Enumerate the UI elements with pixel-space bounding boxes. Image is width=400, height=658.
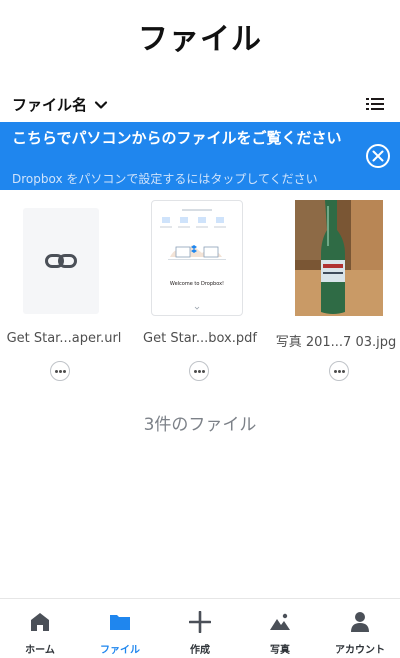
sort-label: ファイル名 [12,96,88,114]
folder-icon [110,615,130,630]
photos-icon [270,613,290,630]
close-icon [372,150,384,162]
bottle-photo [295,200,383,316]
tab-create[interactable]: 作成 [160,599,240,658]
page-title: ファイル [138,22,262,57]
tab-label: 作成 [190,645,210,656]
sort-bar: ファイル名 [0,92,400,118]
tab-account[interactable]: アカウント [320,599,400,658]
file-count: 3件のファイル [143,415,257,435]
bottom-tab-bar: ホーム ファイル 作成 写真 アカウント [0,598,400,658]
photo-thumbnail [295,200,383,316]
chevron-down-icon [94,100,108,109]
tab-home[interactable]: ホーム [0,599,80,658]
banner-subtitle: Dropbox をパソコンで設定するにはタップしてください [12,172,318,186]
file-grid: Get Star...aper.url Welcome to Dropbox! [0,198,400,388]
tab-files[interactable]: ファイル [80,599,160,658]
file-name: 写真 201...7 03.jpg [275,335,397,350]
link-file-thumbnail [23,208,99,314]
header: ファイル [0,0,400,80]
file-item[interactable]: Get Star...aper.url [0,198,128,384]
banner-close-button[interactable] [366,144,390,168]
pdf-preview-text: Welcome to Dropbox! [170,281,224,287]
file-item[interactable]: Welcome to Dropbox! Get Star...box.pdf [136,198,264,384]
more-options-button[interactable] [329,361,349,381]
person-icon [351,612,369,632]
list-view-icon[interactable] [366,96,384,112]
pdf-preview-illustration: Welcome to Dropbox! [160,209,226,310]
more-options-button[interactable] [50,361,70,381]
tab-photos[interactable]: 写真 [240,599,320,658]
link-icon [45,254,77,268]
home-icon [31,613,49,631]
file-name: Get Star...box.pdf [143,331,257,346]
plus-icon [189,611,211,633]
banner-title: こちらでパソコンからのファイルをご覧ください [12,129,342,147]
sort-button[interactable]: ファイル名 [12,94,109,115]
tab-label: ファイル [100,645,140,656]
tab-label: 写真 [270,645,290,656]
file-item[interactable]: 写真 201...7 03.jpg [272,198,400,384]
more-options-button[interactable] [189,361,209,381]
tab-label: アカウント [335,645,385,656]
tab-label: ホーム [25,645,55,656]
pdf-thumbnail: Welcome to Dropbox! [151,200,243,316]
desktop-setup-banner[interactable]: こちらでパソコンからのファイルをご覧ください Dropbox をパソコンで設定す… [0,122,400,190]
file-name: Get Star...aper.url [6,331,122,346]
